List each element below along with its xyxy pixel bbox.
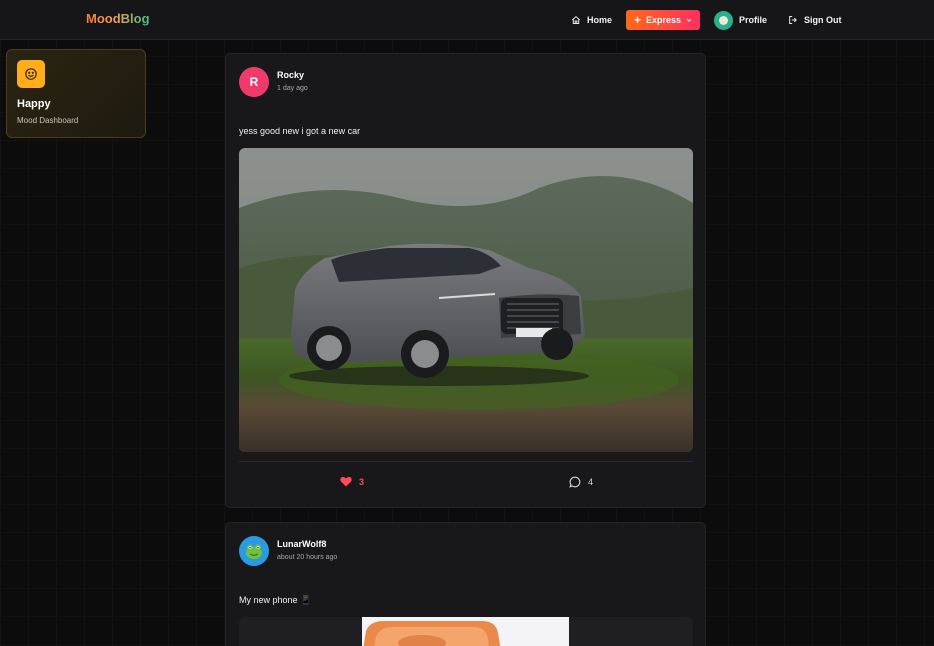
like-count: 3: [359, 476, 365, 487]
nav-home-label: Home: [587, 15, 613, 25]
plus-icon: +: [634, 12, 642, 27]
mood-subtitle: Mood Dashboard: [17, 116, 79, 125]
mood-dashboard-card[interactable]: Happy Mood Dashboard: [6, 49, 146, 138]
nav-sign-out[interactable]: Sign Out: [788, 0, 842, 40]
frog-avatar-icon[interactable]: [239, 536, 269, 566]
express-label: Express: [646, 15, 682, 25]
author-avatar[interactable]: R: [239, 67, 269, 97]
comment-icon: [569, 476, 581, 488]
comment-button[interactable]: 4: [569, 476, 593, 488]
heart-icon: [340, 476, 352, 487]
post-image[interactable]: [239, 148, 693, 452]
nav-profile-label: Profile: [739, 15, 768, 25]
home-icon: [571, 15, 581, 24]
post-time: about 20 hours ago: [277, 554, 338, 561]
top-navbar: MoodBlog Home + Express Profile Sign Out: [0, 0, 934, 40]
nav-home[interactable]: Home: [571, 0, 612, 40]
post-text: yess good new i got a new car: [239, 126, 361, 136]
app-logo[interactable]: MoodBlog: [86, 11, 150, 26]
post-card: R Rocky 1 day ago yess good new i got a …: [225, 53, 706, 508]
profile-avatar: [714, 10, 733, 30]
sign-out-icon: [789, 16, 797, 24]
post-image[interactable]: [239, 617, 693, 646]
post-divider: [239, 461, 693, 462]
post-author[interactable]: LunarWolf8: [277, 539, 326, 549]
comment-count: 4: [588, 477, 594, 487]
post-time: 1 day ago: [277, 85, 308, 92]
like-button[interactable]: 3: [340, 476, 364, 487]
post-card: LunarWolf8 about 20 hours ago My new pho…: [225, 522, 706, 646]
nav-profile[interactable]: Profile: [714, 0, 767, 40]
post-text: My new phone 📱: [239, 595, 312, 605]
express-button[interactable]: + Express: [626, 0, 700, 40]
smile-icon: [17, 60, 45, 88]
post-author[interactable]: Rocky: [277, 70, 304, 80]
mood-title: Happy: [17, 98, 51, 110]
nav-sign-out-label: Sign Out: [804, 15, 842, 25]
chevron-down-icon: [686, 18, 692, 22]
